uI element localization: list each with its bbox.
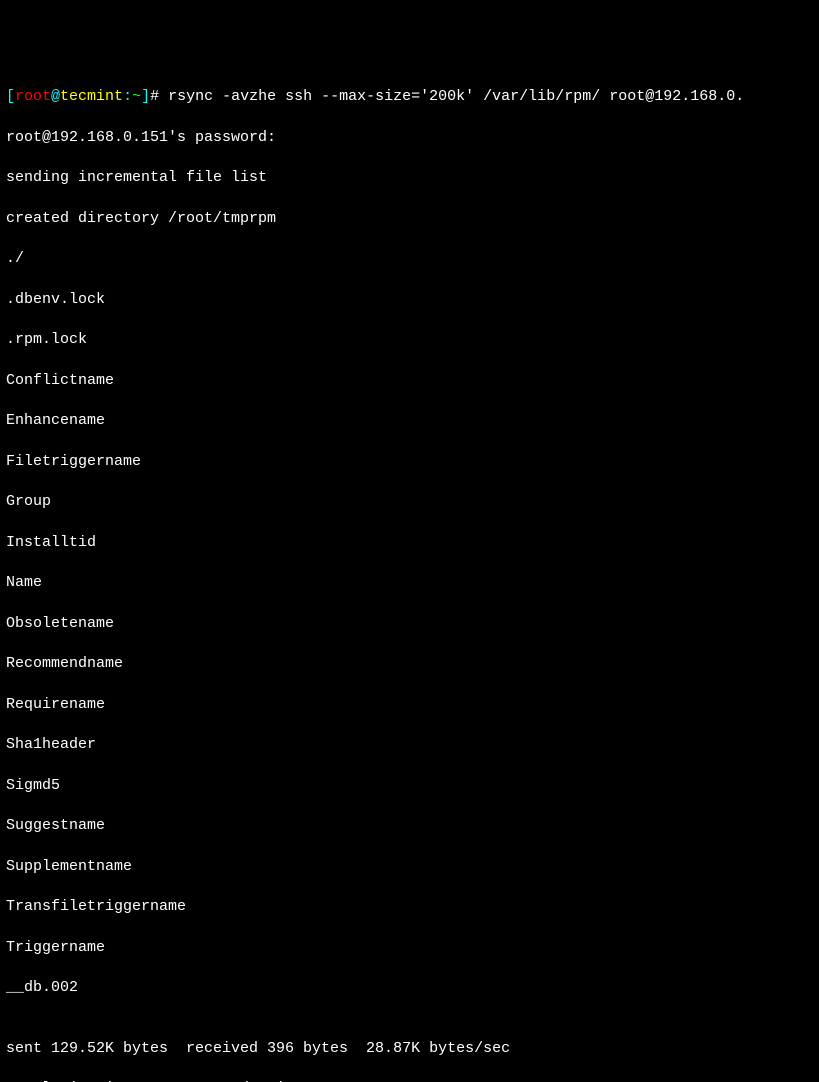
prompt-path: ~ <box>132 88 141 105</box>
output-line: __db.002 <box>6 978 813 998</box>
output-line: Installtid <box>6 533 813 553</box>
output-line: created directory /root/tmprpm <box>6 209 813 229</box>
output-line: .rpm.lock <box>6 330 813 350</box>
output-line: ./ <box>6 249 813 269</box>
command-text: rsync -avzhe ssh --max-size='200k' /var/… <box>159 88 744 105</box>
prompt-host: tecmint <box>60 88 123 105</box>
prompt-user: root <box>15 88 51 105</box>
output-line: sending incremental file list <box>6 168 813 188</box>
output-line: Recommendname <box>6 654 813 674</box>
prompt-hash: # <box>150 88 159 105</box>
output-line: Filetriggername <box>6 452 813 472</box>
output-line: Supplementname <box>6 857 813 877</box>
output-line: Requirename <box>6 695 813 715</box>
output-line: root@192.168.0.151's password: <box>6 128 813 148</box>
output-line: Group <box>6 492 813 512</box>
output-line: .dbenv.lock <box>6 290 813 310</box>
output-line: sent 129.52K bytes received 396 bytes 28… <box>6 1039 813 1059</box>
terminal-window[interactable]: [root@tecmint:~]# rsync -avzhe ssh --max… <box>6 87 813 1082</box>
output-line: Enhancename <box>6 411 813 431</box>
bracket-close: ] <box>141 88 150 105</box>
output-line: Transfiletriggername <box>6 897 813 917</box>
output-line: Conflictname <box>6 371 813 391</box>
output-line: Sigmd5 <box>6 776 813 796</box>
prompt-line-1[interactable]: [root@tecmint:~]# rsync -avzhe ssh --max… <box>6 87 813 107</box>
output-line: Sha1header <box>6 735 813 755</box>
prompt-colon: : <box>123 88 132 105</box>
output-line: Name <box>6 573 813 593</box>
bracket-open: [ <box>6 88 15 105</box>
output-line: Suggestname <box>6 816 813 836</box>
output-line: Obsoletename <box>6 614 813 634</box>
output-line: Triggername <box>6 938 813 958</box>
prompt-at: @ <box>51 88 60 105</box>
output-line: total size is 71.15M speedup is 547.66 <box>6 1079 813 1082</box>
